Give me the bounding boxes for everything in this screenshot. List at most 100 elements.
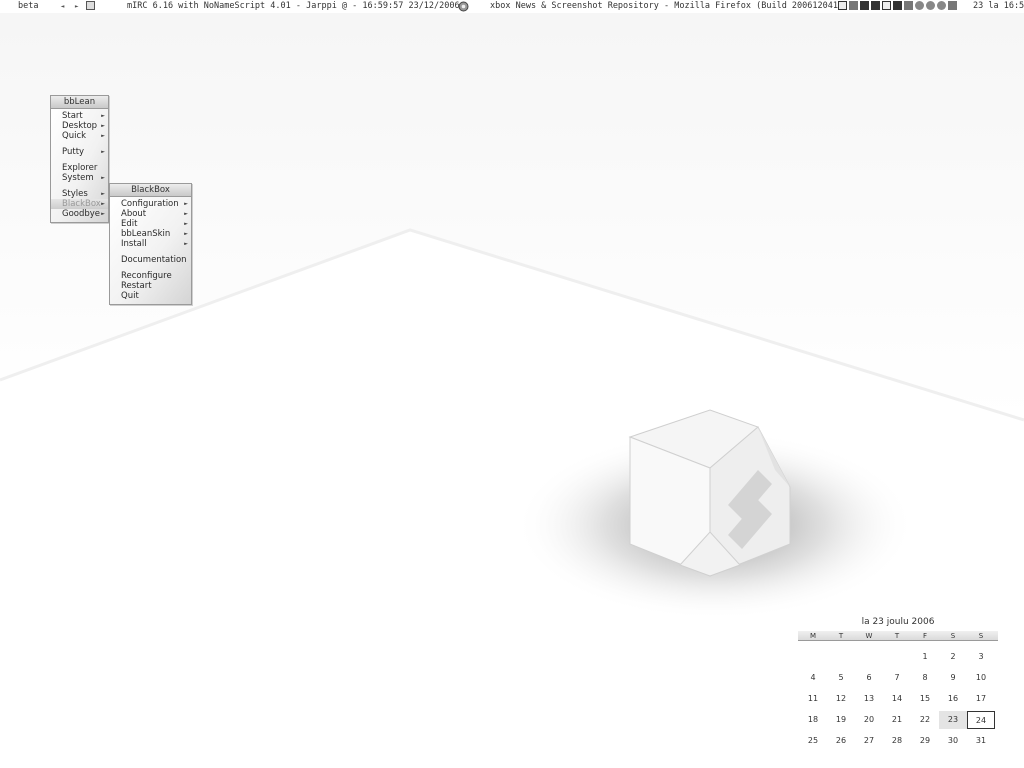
menu-body: Start ► Desktop ► Quick ► Putty ► Explorer S… <box>51 109 108 222</box>
task-button-firefox[interactable]: xbox News & Screenshot Repository - Mozi… <box>490 1 848 11</box>
keyboard-icon[interactable] <box>838 1 847 10</box>
calendar-day[interactable]: 10 <box>967 669 995 687</box>
submenu-arrow-icon: ► <box>101 201 105 207</box>
calendar-day[interactable]: 19 <box>827 711 855 729</box>
calendar-day[interactable]: 5 <box>827 669 855 687</box>
calendar-day[interactable]: 22 <box>911 711 939 729</box>
calendar-day[interactable]: 25 <box>799 732 827 750</box>
next-workspace-button[interactable]: ► <box>72 2 81 12</box>
submenu-title[interactable]: BlackBox <box>110 184 191 197</box>
task-button-irc[interactable]: mIRC 6.16 with NoNameScript 4.01 - Jarpp… <box>127 1 460 11</box>
submenu-item-restart[interactable]: Restart <box>110 281 191 291</box>
window-square-icon[interactable] <box>86 1 96 10</box>
calendar-day[interactable]: 2 <box>939 648 967 666</box>
menu-item-styles[interactable]: Styles ► <box>51 189 108 199</box>
menu-item-label: Documentation <box>121 255 187 265</box>
workspace-label[interactable]: beta <box>18 1 38 11</box>
menu-item-label: Explorer <box>62 163 98 173</box>
calendar-day[interactable]: 21 <box>883 711 911 729</box>
system-tray <box>838 1 959 11</box>
network-icon[interactable] <box>860 1 869 10</box>
menu-item-label: bbLeanSkin <box>121 229 171 239</box>
submenu-item-documentation[interactable]: Documentation <box>110 255 191 265</box>
shield-icon[interactable] <box>926 1 935 10</box>
submenu-item-bbleanskin[interactable]: bbLeanSkin ► <box>110 229 191 239</box>
calendar-day[interactable]: 18 <box>799 711 827 729</box>
submenu-arrow-icon: ► <box>101 191 105 197</box>
menu-item-label: Configuration <box>121 199 179 209</box>
blackbox-submenu: BlackBox Configuration ► About ► Edit ► bbL… <box>109 183 192 305</box>
submenu-arrow-icon: ► <box>184 241 188 247</box>
submenu-item-reconfigure[interactable]: Reconfigure <box>110 271 191 281</box>
speaker-icon[interactable] <box>948 1 957 10</box>
menu-item-label: Quit <box>121 291 139 301</box>
calendar-day[interactable]: 3 <box>967 648 995 666</box>
menu-item-putty[interactable]: Putty ► <box>51 147 108 157</box>
calendar-day[interactable]: 26 <box>827 732 855 750</box>
calendar-weekday: T <box>894 632 900 640</box>
user-icon[interactable] <box>849 1 858 10</box>
menu-item-start[interactable]: Start ► <box>51 111 108 121</box>
menu-item-quick[interactable]: Quick ► <box>51 131 108 141</box>
menu-item-label: Start <box>62 111 83 121</box>
calendar-day[interactable]: 12 <box>827 690 855 708</box>
monitor-icon[interactable] <box>871 1 880 10</box>
calendar-day[interactable]: 23 <box>939 711 967 729</box>
calendar-day[interactable]: 30 <box>939 732 967 750</box>
taskbar: beta ◄ ► mIRC 6.16 with NoNameScript 4.0… <box>0 0 1024 13</box>
menu-item-explorer[interactable]: Explorer <box>51 163 108 173</box>
calendar-weekday: F <box>922 632 928 640</box>
calendar-day[interactable]: 20 <box>855 711 883 729</box>
calendar-day[interactable]: 28 <box>883 732 911 750</box>
submenu-arrow-icon: ► <box>101 149 105 155</box>
submenu-item-about[interactable]: About ► <box>110 209 191 219</box>
calendar-day[interactable]: 27 <box>855 732 883 750</box>
calendar-day[interactable]: 29 <box>911 732 939 750</box>
edit-icon[interactable] <box>882 1 891 10</box>
calendar-widget: la 23 joulu 2006 MTWTFSS 1 2 3 4 5 6 7 8 9 10 11 12… <box>798 617 998 768</box>
menu-item-label: Styles <box>62 189 88 199</box>
calendar-day[interactable]: 11 <box>799 690 827 708</box>
menu-item-blackbox[interactable]: BlackBox ► <box>51 199 108 209</box>
submenu-item-configuration[interactable]: Configuration ► <box>110 199 191 209</box>
menu-title[interactable]: bbLean <box>51 96 108 109</box>
flag-icon[interactable] <box>893 1 902 10</box>
chart-icon[interactable] <box>904 1 913 10</box>
menu-item-goodbye[interactable]: Goodbye ► <box>51 209 108 219</box>
settings-icon[interactable] <box>937 1 946 10</box>
submenu-item-edit[interactable]: Edit ► <box>110 219 191 229</box>
menu-item-label: Edit <box>121 219 138 229</box>
calendar-day[interactable]: 17 <box>967 690 995 708</box>
calendar-day[interactable]: 1 <box>911 648 939 666</box>
menu-item-label: BlackBox <box>62 199 101 209</box>
submenu-body: Configuration ► About ► Edit ► bbLeanSkin ► … <box>110 197 191 304</box>
calendar-weekday: M <box>809 632 817 640</box>
calendar-day[interactable]: 14 <box>883 690 911 708</box>
menu-item-label: Quick <box>62 131 87 141</box>
submenu-arrow-icon: ► <box>101 123 105 129</box>
calendar-day[interactable]: 24 <box>967 711 995 729</box>
menu-item-label: Reconfigure <box>121 271 172 281</box>
gear-icon[interactable] <box>915 1 924 10</box>
calendar-weekday: W <box>865 632 873 640</box>
menu-item-system[interactable]: System ► <box>51 173 108 183</box>
submenu-arrow-icon: ► <box>184 201 188 207</box>
menu-item-label: Desktop <box>62 121 98 131</box>
submenu-item-quit[interactable]: Quit <box>110 291 191 301</box>
submenu-item-install[interactable]: Install ► <box>110 239 191 249</box>
calendar-day[interactable]: 31 <box>967 732 995 750</box>
calendar-day[interactable]: 8 <box>911 669 939 687</box>
irc-globe-icon[interactable] <box>458 1 469 15</box>
calendar-day[interactable]: 16 <box>939 690 967 708</box>
calendar-day[interactable]: 9 <box>939 669 967 687</box>
calendar-day[interactable]: 15 <box>911 690 939 708</box>
calendar-day[interactable]: 13 <box>855 690 883 708</box>
calendar-weekday: S <box>950 632 956 640</box>
calendar-day[interactable]: 6 <box>855 669 883 687</box>
taskbar-clock[interactable]: 23 la 16:59 <box>973 1 1024 11</box>
calendar-day[interactable]: 4 <box>799 669 827 687</box>
menu-item-desktop[interactable]: Desktop ► <box>51 121 108 131</box>
calendar-day[interactable]: 7 <box>883 669 911 687</box>
calendar-weekday: S <box>978 632 984 640</box>
prev-workspace-button[interactable]: ◄ <box>58 2 67 12</box>
